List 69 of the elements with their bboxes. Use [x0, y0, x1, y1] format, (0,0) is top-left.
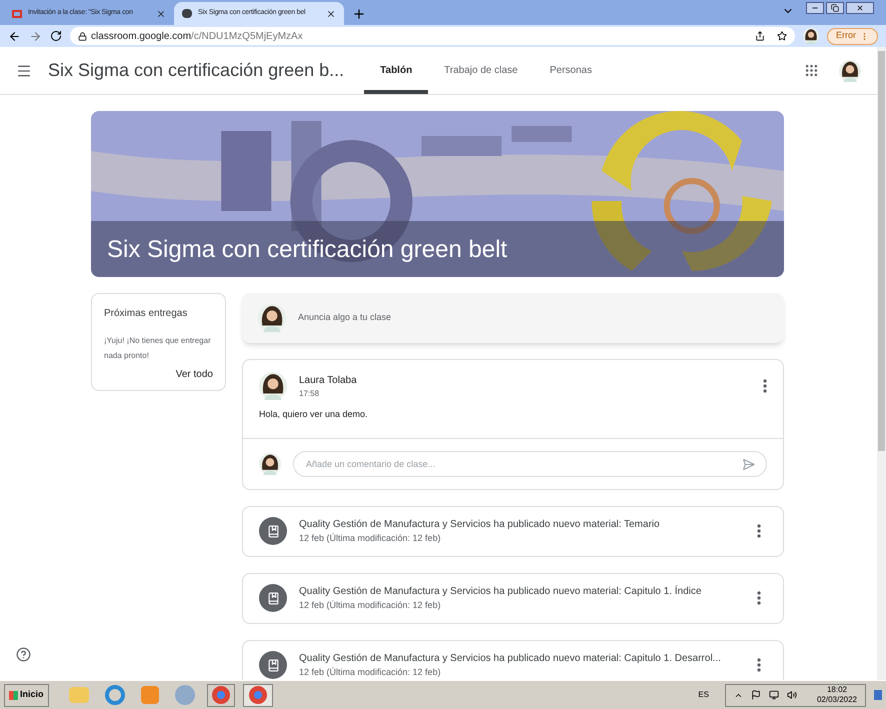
account-avatar: [839, 60, 861, 82]
close-window-button[interactable]: [846, 2, 874, 14]
more-options-button[interactable]: [757, 524, 761, 538]
avatar: [259, 452, 281, 474]
material-date: 12 feb (Última modificación: 12 feb): [299, 666, 442, 679]
more-vertical-icon: [757, 591, 761, 605]
class-nav-tab[interactable]: Personas: [534, 47, 608, 94]
view-all-link[interactable]: Ver todo: [176, 367, 213, 382]
flag-icon[interactable]: [750, 690, 761, 700]
forward-icon[interactable]: [29, 30, 42, 42]
more-options-button[interactable]: [757, 591, 761, 605]
post-text: Hola, quiero ver una demo.: [259, 408, 369, 421]
material-date: 12 feb (Última modificación: 12 feb): [299, 598, 442, 612]
more-options-button[interactable]: [757, 658, 761, 672]
restore-button[interactable]: [826, 2, 844, 14]
avatar: [258, 304, 286, 332]
book-icon: [259, 517, 287, 545]
material-date: 12 feb (Última modificación: 12 feb): [299, 532, 442, 545]
material-title: Quality Gestión de Manufactura y Servicios ha publicado nuevo material: Capitulo 1. Índice: [299, 584, 702, 599]
reload-icon[interactable]: [50, 30, 62, 42]
share-icon[interactable]: [755, 31, 765, 41]
close-icon: [856, 4, 864, 12]
clock-time: 18:02: [826, 685, 847, 695]
more-options-button[interactable]: [763, 379, 767, 393]
upcoming-message: ¡Yuju! ¡No tienes que entregar nada pronto!: [104, 335, 212, 362]
apps-icon[interactable]: [804, 63, 819, 78]
material-card[interactable]: Quality Gestión de Manufactura y Servicios ha publicado nuevo material: Capitulo 1. Índice 12 feb (Última modificación: 12 feb): [242, 572, 784, 624]
restore-icon: [831, 4, 839, 12]
close-icon[interactable]: [326, 8, 336, 18]
back-icon[interactable]: [8, 30, 21, 42]
lock-icon: [78, 32, 87, 40]
profile-avatar: [803, 28, 819, 44]
network-icon[interactable]: [768, 690, 779, 700]
url-host: classroom.google.com: [91, 30, 192, 44]
material-title: Quality Gestión de Manufactura y Servicios ha publicado nuevo material: Capitulo 1. Desarrol...: [299, 652, 722, 666]
comment-field[interactable]: Añade un comentario de clase...: [293, 450, 767, 476]
post-time: 17:58: [299, 388, 320, 400]
upcoming-title: Próximas entregas: [104, 307, 188, 321]
menu-icon[interactable]: [16, 62, 32, 78]
address-bar[interactable]: classroom.google.com/c/NDU1MzQ5MjEyMzAx: [70, 27, 795, 45]
class-title: Six Sigma con certificación green b...: [48, 59, 344, 82]
help-icon[interactable]: [16, 647, 31, 662]
send-icon[interactable]: [742, 458, 755, 470]
windows-logo-icon: [9, 690, 18, 700]
book-icon: [259, 584, 287, 612]
profile-error-button[interactable]: Error: [827, 28, 878, 44]
more-vertical-icon: [757, 658, 761, 672]
close-icon[interactable]: [156, 8, 166, 18]
class-nav-tab[interactable]: Trabajo de clase: [428, 47, 534, 94]
post-author: Laura Tolaba: [299, 374, 358, 388]
announce-box[interactable]: Anuncia algo a tu clase: [242, 293, 784, 343]
announce-placeholder: Anuncia algo a tu clase: [298, 311, 392, 324]
language-indicator[interactable]: ES: [698, 689, 709, 701]
material-title: Quality Gestión de Manufactura y Servicios ha publicado nuevo material: Temario: [299, 518, 661, 532]
clock-date: 02/03/2022: [816, 695, 857, 705]
more-vertical-icon: [757, 524, 761, 538]
bookmark-star-icon[interactable]: [777, 31, 787, 41]
class-banner-title: Six Sigma con certificación green belt: [107, 235, 508, 265]
volume-icon[interactable]: [786, 690, 797, 700]
material-card[interactable]: Quality Gestión de Manufactura y Servicios ha publicado nuevo material: Temario 12 feb (Última modificación: 12 feb): [242, 506, 784, 556]
minimize-button[interactable]: [806, 2, 824, 14]
avatar: [259, 372, 287, 400]
start-button[interactable]: Inicio: [4, 684, 49, 706]
scrollbar[interactable]: [877, 47, 886, 680]
url-path: /c/NDU1MzQ5MjEyMzAx: [191, 30, 303, 44]
class-nav-tab[interactable]: Tablón: [364, 47, 428, 94]
material-card[interactable]: Quality Gestión de Manufactura y Servicios ha publicado nuevo material: Capitulo 1. Desarrol... 12 feb (Última modificación: 12 feb): [242, 640, 784, 680]
new-tab-icon[interactable]: [352, 7, 366, 21]
more-vertical-icon: [763, 379, 767, 393]
